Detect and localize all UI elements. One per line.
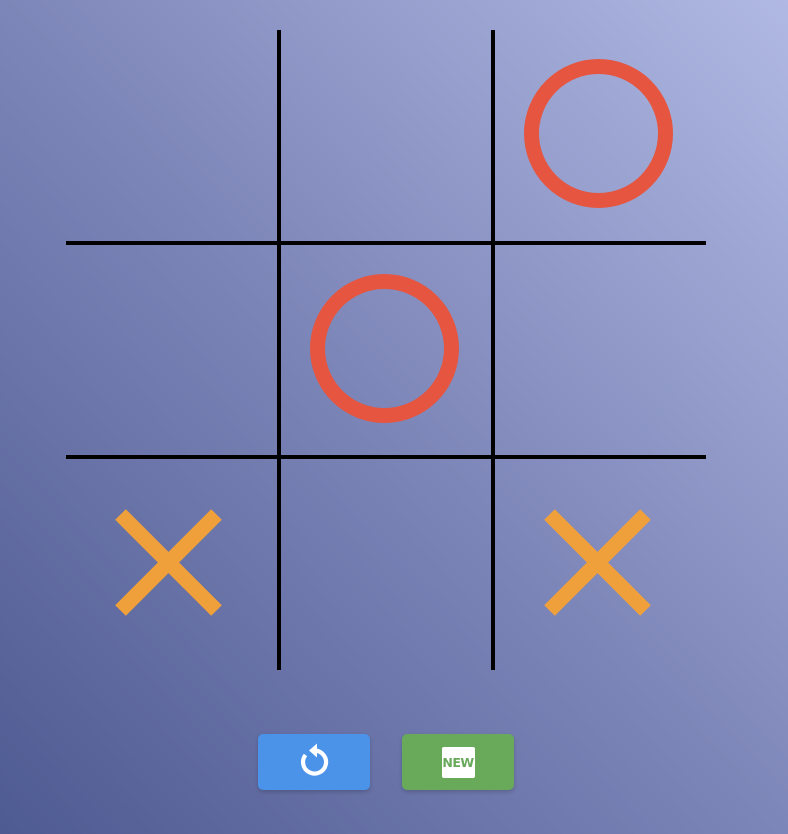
cell-hit-area[interactable] <box>281 459 492 670</box>
restart-icon <box>300 743 329 776</box>
restart-button[interactable] <box>258 734 370 790</box>
board-cell[interactable] <box>66 30 277 241</box>
board-cells <box>66 30 706 670</box>
board-cell[interactable] <box>66 459 277 670</box>
board-cell[interactable] <box>281 245 492 456</box>
board-cell[interactable] <box>281 30 492 241</box>
cell-hit-area[interactable] <box>495 245 706 456</box>
board-cell[interactable] <box>495 30 706 241</box>
new-badge-text: NEW <box>442 754 474 770</box>
board-cell[interactable] <box>495 459 706 670</box>
cell-hit-area[interactable] <box>66 245 277 456</box>
new-game-button[interactable]: NEW <box>402 734 514 790</box>
cell-hit-area[interactable] <box>66 30 277 241</box>
board-cell[interactable] <box>66 245 277 456</box>
new-badge-icon: NEW <box>441 746 475 778</box>
board-cell[interactable] <box>281 459 492 670</box>
cell-hit-area[interactable] <box>281 30 492 241</box>
board-cell[interactable] <box>495 245 706 456</box>
game-board <box>66 30 706 670</box>
